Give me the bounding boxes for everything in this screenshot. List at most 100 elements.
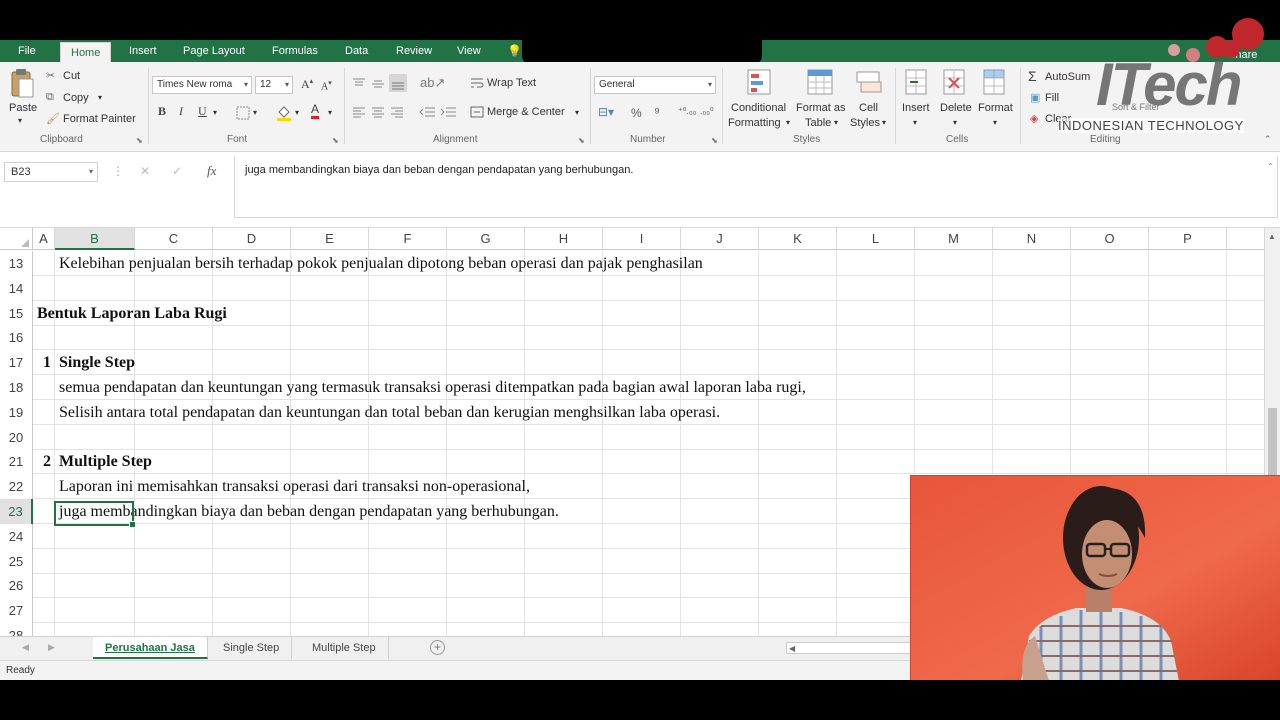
next-sheet-icon[interactable]: ▶ [48, 642, 55, 653]
cut-button[interactable]: Cut [63, 70, 80, 82]
tab-page-layout[interactable]: Page Layout [183, 40, 245, 62]
conditional-formatting-icon[interactable] [746, 68, 774, 98]
tab-insert[interactable]: Insert [129, 40, 157, 62]
enter-icon[interactable]: ✓ [172, 164, 182, 178]
fill-icon[interactable]: ▣ [1030, 91, 1040, 104]
font-size-dropdown[interactable]: 12 ▾ [255, 76, 293, 94]
insert-cells-icon[interactable] [904, 68, 930, 98]
cell-b21[interactable]: Multiple Step [59, 449, 152, 474]
column-header-j[interactable]: J [681, 228, 759, 250]
cancel-icon[interactable]: ✕ [140, 164, 150, 178]
insert-cells-button[interactable]: Insert [902, 102, 930, 114]
alignment-launcher-icon[interactable]: ⬊ [578, 136, 585, 145]
delete-cells-button[interactable]: Delete [940, 102, 972, 114]
horizontal-scrollbar[interactable]: ◀ [786, 642, 916, 654]
cell-a15[interactable]: Bentuk Laporan Laba Rugi [37, 301, 227, 326]
conditional-dropdown-icon[interactable]: ▾ [786, 118, 790, 127]
format-painter-button[interactable]: Format Painter [63, 113, 136, 125]
increase-indent-icon[interactable] [440, 106, 456, 118]
column-header-d[interactable]: D [213, 228, 291, 250]
insert-function-icon[interactable]: fx [207, 163, 216, 179]
lightbulb-icon[interactable]: 💡 [507, 44, 522, 58]
format-as-table-dropdown-icon[interactable]: ▾ [834, 118, 838, 127]
row-header[interactable]: 18 [0, 375, 33, 400]
format-as-table-label-2b[interactable]: Table [805, 117, 831, 129]
cell-b17[interactable]: Single Step [59, 350, 135, 375]
row-header[interactable]: 16 [0, 325, 33, 351]
row-header[interactable]: 22 [0, 474, 33, 500]
format-painter-icon[interactable]: 🖌 [46, 112, 60, 125]
wrap-text-button[interactable]: Wrap Text [487, 77, 536, 89]
row-header[interactable]: 24 [0, 523, 33, 549]
column-header-h[interactable]: H [525, 228, 603, 250]
merge-center-button[interactable]: Merge & Center [487, 106, 565, 118]
decrease-decimal-icon[interactable]: .₀₀⁰ [700, 106, 714, 117]
tab-data[interactable]: Data [345, 40, 368, 62]
font-name-dropdown[interactable]: Times New roma ▾ [152, 76, 252, 94]
font-launcher-icon[interactable]: ⬊ [332, 136, 339, 145]
paste-label[interactable]: Paste [9, 102, 37, 114]
increase-font-icon[interactable]: A▴ [301, 77, 313, 92]
cell-styles-dropdown-icon[interactable]: ▾ [882, 118, 886, 127]
number-launcher-icon[interactable]: ⬊ [711, 136, 718, 145]
cell-b19[interactable]: Selisih antara total pendapatan dan keun… [59, 400, 720, 425]
percent-style-button[interactable]: % [631, 106, 642, 120]
scrollbar-thumb[interactable] [1268, 408, 1277, 478]
clipboard-launcher-icon[interactable]: ⬊ [136, 136, 143, 145]
column-header-o[interactable]: O [1071, 228, 1149, 250]
fill-color-icon[interactable] [276, 104, 292, 122]
row-header[interactable]: 13 [0, 251, 33, 276]
font-color-dropdown-icon[interactable]: ▾ [328, 108, 332, 117]
cell-a21[interactable]: 2 [33, 449, 51, 474]
column-header-a[interactable]: A [33, 228, 55, 250]
delete-dropdown-icon[interactable]: ▾ [953, 118, 957, 127]
cell-b13[interactable]: Kelebihan penjualan bersih terhadap poko… [59, 251, 703, 276]
number-format-dropdown[interactable]: General ▾ [594, 76, 716, 94]
format-cells-button[interactable]: Format [978, 102, 1013, 114]
sheet-tab-perusahaan-jasa[interactable]: Perusahaan Jasa [93, 637, 208, 659]
add-sheet-icon[interactable]: + [430, 640, 445, 655]
column-header-m[interactable]: M [915, 228, 993, 250]
formula-input[interactable]: juga membandingkan biaya dan beban denga… [234, 156, 1278, 218]
accounting-format-icon[interactable]: ⊟▾ [598, 105, 614, 119]
decrease-font-icon[interactable]: A▾ [321, 79, 332, 92]
column-header-l[interactable]: L [837, 228, 915, 250]
font-color-icon[interactable]: A [311, 102, 320, 119]
top-align-icon[interactable] [352, 78, 366, 90]
bold-icon[interactable]: B [158, 104, 166, 119]
row-header[interactable]: 14 [0, 275, 33, 301]
format-cells-icon[interactable] [982, 68, 1008, 98]
fill-color-dropdown-icon[interactable]: ▾ [295, 108, 299, 117]
sheet-tab-single-step[interactable]: Single Step [211, 637, 293, 659]
copy-icon[interactable]: ⧉ [46, 91, 54, 104]
comma-style-icon[interactable]: ⁹ [654, 104, 660, 120]
cell-styles-label-2[interactable]: Styles [850, 117, 880, 129]
format-as-table-icon[interactable] [806, 68, 834, 98]
delete-cells-icon[interactable] [942, 68, 968, 98]
row-header[interactable]: 25 [0, 548, 33, 574]
row-header[interactable]: 19 [0, 399, 33, 425]
cell-b18[interactable]: semua pendapatan dan keuntungan yang ter… [59, 375, 806, 400]
row-header[interactable]: 15 [0, 300, 33, 326]
copy-button[interactable]: Copy [63, 92, 89, 104]
row-header[interactable]: 27 [0, 598, 33, 624]
italic-icon[interactable]: I [179, 104, 183, 119]
tab-review[interactable]: Review [396, 40, 432, 62]
cell-styles-button[interactable]: Cell [859, 102, 878, 114]
column-header-c[interactable]: C [135, 228, 213, 250]
cell-b22[interactable]: Laporan ini memisahkan transaksi operasi… [59, 474, 530, 499]
expand-formula-bar-icon[interactable]: ⌃ [1267, 162, 1274, 171]
active-cell-selection[interactable] [54, 501, 136, 528]
align-right-icon[interactable] [390, 106, 404, 118]
column-header-f[interactable]: F [369, 228, 447, 250]
prev-sheet-icon[interactable]: ◀ [22, 642, 29, 653]
copy-dropdown-icon[interactable]: ▾ [98, 93, 102, 102]
row-header[interactable]: 26 [0, 573, 33, 599]
align-center-icon[interactable] [371, 106, 385, 118]
sheet-tab-multiple-step[interactable]: Multiple Step [300, 637, 389, 659]
tab-view[interactable]: View [457, 40, 481, 62]
paste-dropdown-icon[interactable]: ▾ [18, 116, 22, 125]
tab-formulas[interactable]: Formulas [272, 40, 318, 62]
format-as-table-button[interactable]: Format as [796, 102, 846, 114]
scroll-left-icon[interactable]: ◀ [789, 643, 795, 654]
